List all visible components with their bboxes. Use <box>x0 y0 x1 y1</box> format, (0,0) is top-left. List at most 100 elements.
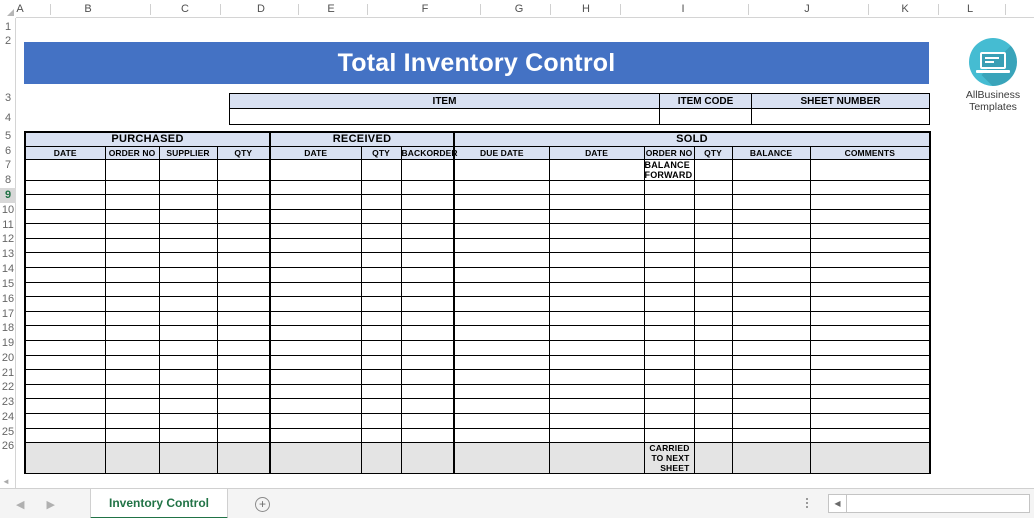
table-cell[interactable] <box>400 237 455 254</box>
table-cell[interactable] <box>400 442 455 475</box>
table-cell[interactable] <box>693 325 733 342</box>
table-cell[interactable] <box>643 208 695 225</box>
table-cell[interactable] <box>104 398 160 414</box>
table-cell[interactable] <box>400 194 455 210</box>
table-cell[interactable] <box>809 369 932 385</box>
horizontal-scrollbar[interactable]: ◀ <box>828 494 1030 513</box>
table-cell[interactable] <box>453 179 550 196</box>
table-cell[interactable] <box>104 296 160 312</box>
table-cell[interactable] <box>453 413 550 429</box>
table-cell[interactable] <box>693 223 733 239</box>
column-header-i[interactable]: I <box>663 0 703 18</box>
table-cell[interactable] <box>400 223 455 239</box>
table-cell[interactable] <box>400 340 455 356</box>
table-cell[interactable] <box>24 179 106 196</box>
table-cell[interactable] <box>104 310 160 327</box>
table-cell[interactable] <box>360 267 402 283</box>
table-cell[interactable] <box>643 413 695 429</box>
table-cell[interactable] <box>216 223 271 239</box>
table-cell[interactable] <box>809 354 932 371</box>
table-cell[interactable] <box>400 267 455 283</box>
table-cell[interactable] <box>731 158 811 181</box>
table-cell[interactable] <box>400 179 455 196</box>
table-cell[interactable] <box>809 296 932 312</box>
table-cell[interactable] <box>360 383 402 400</box>
row-header-12[interactable]: 12 <box>0 232 16 247</box>
table-cell[interactable] <box>216 383 271 400</box>
table-cell[interactable] <box>809 281 932 298</box>
table-cell[interactable] <box>24 427 106 444</box>
table-cell[interactable] <box>548 340 645 356</box>
table-cell[interactable] <box>693 267 733 283</box>
table-cell[interactable] <box>104 383 160 400</box>
table-cell[interactable] <box>548 296 645 312</box>
table-cell[interactable] <box>158 158 218 181</box>
row-header-10[interactable]: 10 <box>0 203 16 218</box>
table-cell[interactable] <box>731 398 811 414</box>
table-cell[interactable] <box>104 354 160 371</box>
column-header-c[interactable]: C <box>165 0 205 18</box>
column-header-j[interactable]: J <box>787 0 827 18</box>
scroll-grip-dots-icon[interactable] <box>806 498 809 508</box>
table-cell[interactable] <box>269 252 362 269</box>
table-cell[interactable] <box>158 398 218 414</box>
table-cell[interactable] <box>453 310 550 327</box>
table-cell[interactable] <box>158 194 218 210</box>
table-cell[interactable] <box>693 179 733 196</box>
table-cell[interactable] <box>809 237 932 254</box>
table-cell[interactable] <box>400 427 455 444</box>
table-cell[interactable] <box>269 310 362 327</box>
table-cell[interactable] <box>643 237 695 254</box>
table-cell[interactable] <box>104 223 160 239</box>
table-cell[interactable] <box>693 442 733 475</box>
table-cell[interactable] <box>360 413 402 429</box>
table-cell[interactable] <box>731 252 811 269</box>
table-cell[interactable] <box>269 383 362 400</box>
column-divider[interactable] <box>938 4 939 15</box>
table-cell[interactable] <box>216 413 271 429</box>
table-cell[interactable] <box>158 383 218 400</box>
table-cell[interactable] <box>104 158 160 181</box>
table-cell[interactable] <box>643 179 695 196</box>
table-cell[interactable] <box>453 223 550 239</box>
table-cell[interactable] <box>104 194 160 210</box>
table-cell[interactable] <box>809 158 932 181</box>
table-cell[interactable] <box>693 252 733 269</box>
table-cell[interactable] <box>731 179 811 196</box>
table-cell[interactable] <box>548 158 645 181</box>
table-cell[interactable] <box>548 208 645 225</box>
table-cell[interactable] <box>809 310 932 327</box>
table-cell[interactable] <box>693 158 733 181</box>
row-header-14[interactable]: 14 <box>0 262 16 277</box>
table-cell[interactable] <box>104 325 160 342</box>
table-cell[interactable] <box>400 354 455 371</box>
row-header-13[interactable]: 13 <box>0 247 16 262</box>
table-cell[interactable] <box>453 252 550 269</box>
table-cell[interactable] <box>643 354 695 371</box>
table-cell[interactable] <box>104 267 160 283</box>
table-cell[interactable] <box>453 237 550 254</box>
table-cell[interactable] <box>216 281 271 298</box>
table-cell[interactable] <box>453 340 550 356</box>
column-divider[interactable] <box>620 4 621 15</box>
table-cell[interactable] <box>643 325 695 342</box>
table-cell[interactable] <box>269 354 362 371</box>
table-cell[interactable] <box>24 325 106 342</box>
table-cell[interactable] <box>216 237 271 254</box>
table-cell[interactable] <box>24 296 106 312</box>
table-cell[interactable] <box>104 281 160 298</box>
table-cell[interactable] <box>643 383 695 400</box>
table-cell[interactable] <box>269 223 362 239</box>
row-header-17[interactable]: 17 <box>0 307 16 321</box>
table-cell[interactable] <box>693 281 733 298</box>
table-cell[interactable] <box>809 325 932 342</box>
table-cell[interactable] <box>269 369 362 385</box>
table-cell[interactable] <box>809 208 932 225</box>
table-cell[interactable] <box>360 208 402 225</box>
table-cell[interactable] <box>548 427 645 444</box>
table-cell[interactable] <box>400 383 455 400</box>
column-header-h[interactable]: H <box>566 0 606 18</box>
table-cell[interactable] <box>158 208 218 225</box>
table-cell[interactable] <box>548 194 645 210</box>
column-divider[interactable] <box>550 4 551 15</box>
